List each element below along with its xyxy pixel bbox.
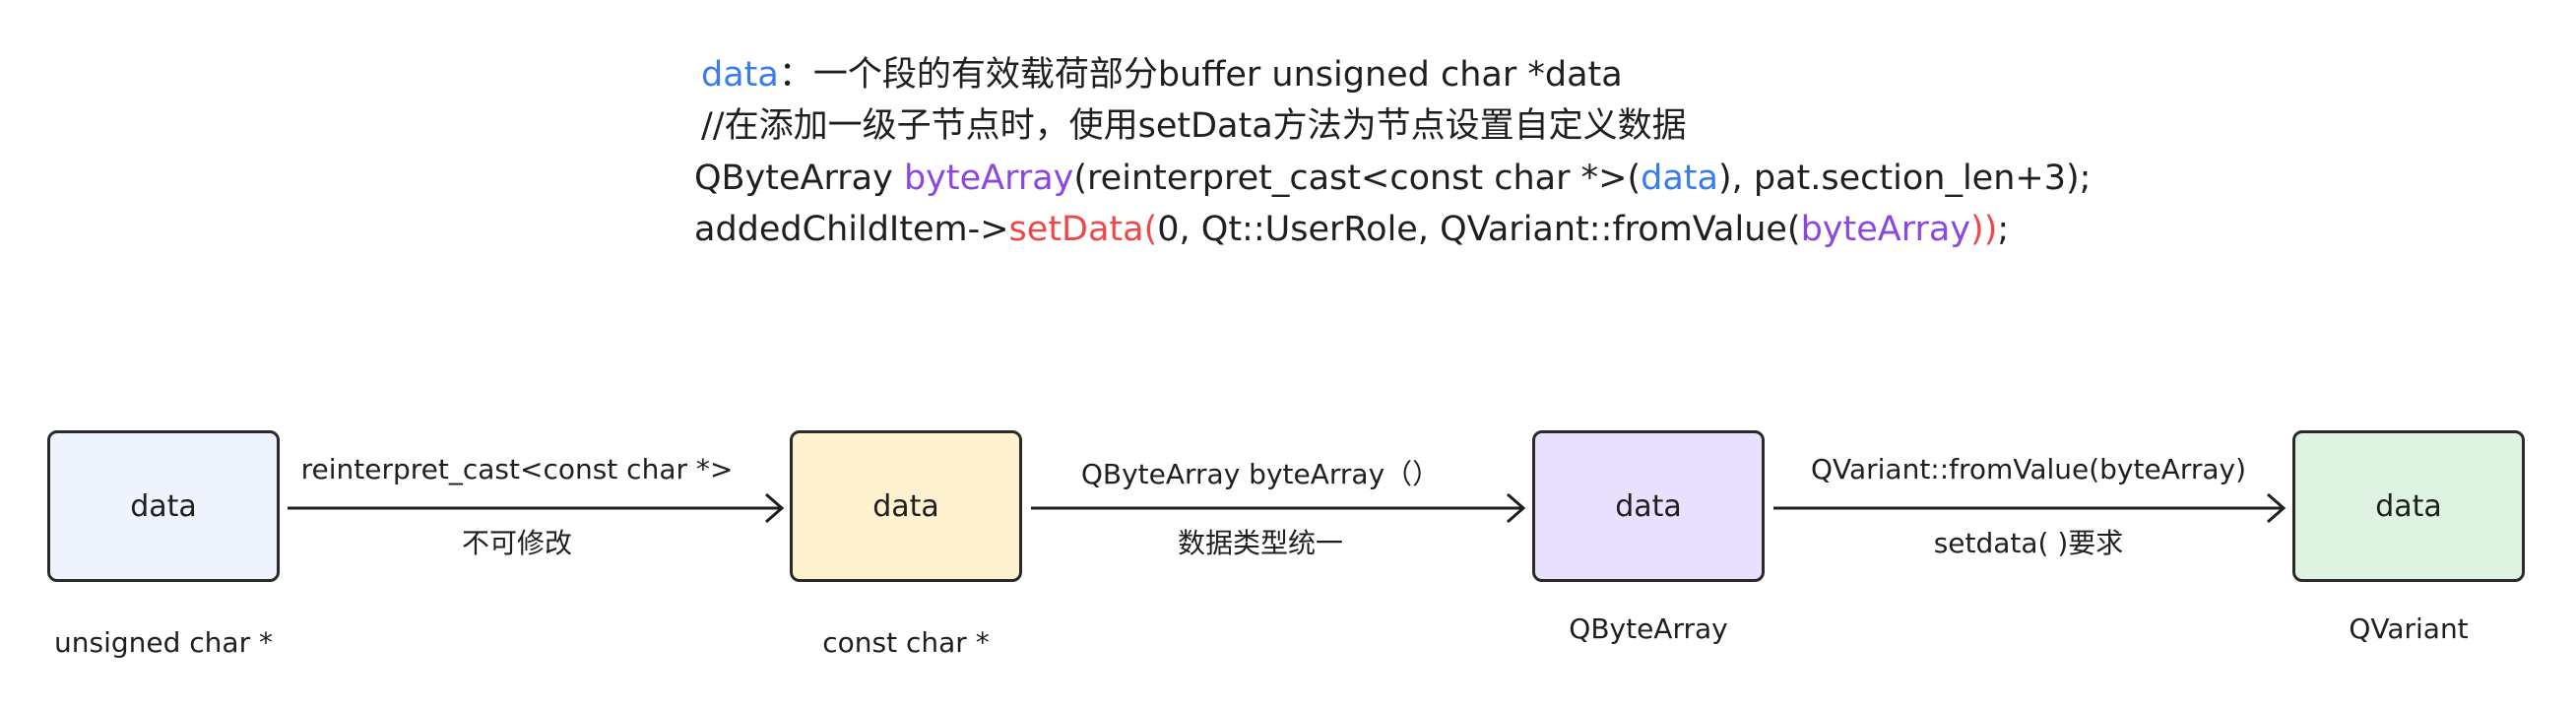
node-qvariant: data	[2292, 430, 2525, 582]
edge-3-bottom-label: setdata( )要求	[1933, 527, 2124, 559]
edge-1-bottom-label: 不可修改	[461, 527, 572, 559]
node-caption-const-char: const char *	[822, 626, 990, 659]
node-caption-qvariant: QVariant	[2349, 612, 2469, 645]
node-label: data	[1615, 488, 1682, 524]
node-unsigned-char: data	[47, 430, 280, 582]
node-qbytearray: data	[1532, 430, 1765, 582]
node-label: data	[2375, 488, 2442, 524]
edge-2-bottom-label: 数据类型统一	[1177, 527, 1343, 559]
edge-1-top-label: reinterpret_cast<const char *>	[300, 453, 734, 485]
node-label: data	[130, 488, 197, 524]
edge-2-top-label: QByteArray byteArray（）	[1080, 458, 1441, 490]
edge-3-top-label: QVariant::fromValue(byteArray)	[1810, 453, 2247, 485]
node-label: data	[872, 488, 939, 524]
node-const-char: data	[790, 430, 1022, 582]
flow-arrows	[288, 492, 2286, 524]
node-caption-qbytearray: QByteArray	[1569, 612, 1728, 645]
node-caption-unsigned-char: unsigned char *	[54, 626, 273, 659]
